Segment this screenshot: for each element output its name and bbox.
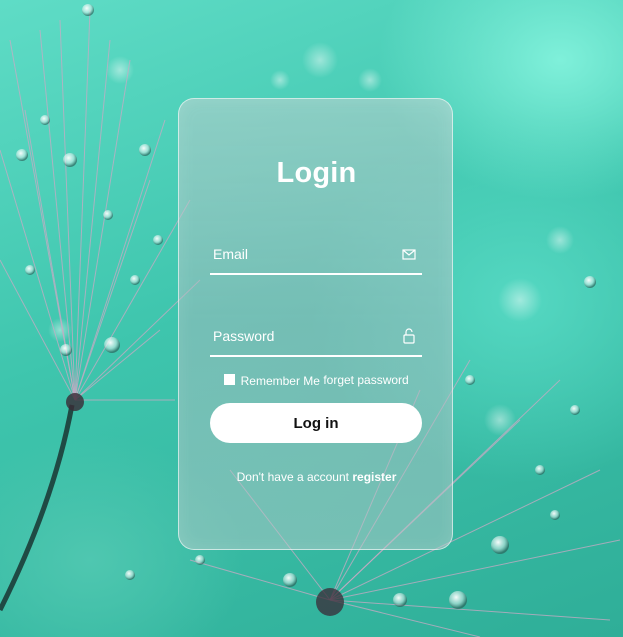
remember-me-checkbox[interactable] — [224, 374, 236, 385]
forgot-password-link[interactable]: forget password — [323, 373, 408, 387]
envelope-icon — [402, 249, 416, 260]
email-field — [210, 237, 422, 275]
email-input[interactable] — [210, 237, 393, 271]
register-prompt-text: Don't have a account — [236, 470, 349, 484]
register-prompt: Don't have a account register — [179, 470, 454, 484]
lock-icon — [403, 328, 415, 344]
register-link[interactable]: register — [352, 470, 396, 484]
login-title: Login — [276, 157, 357, 189]
password-input[interactable] — [210, 319, 393, 353]
remember-me-label[interactable]: Remember Me — [241, 374, 320, 388]
login-card: Login Remember Me forget password Log in… — [178, 98, 453, 550]
remember-row: Remember Me forget password — [179, 373, 454, 388]
login-button[interactable]: Log in — [210, 403, 422, 443]
password-field — [210, 319, 422, 357]
